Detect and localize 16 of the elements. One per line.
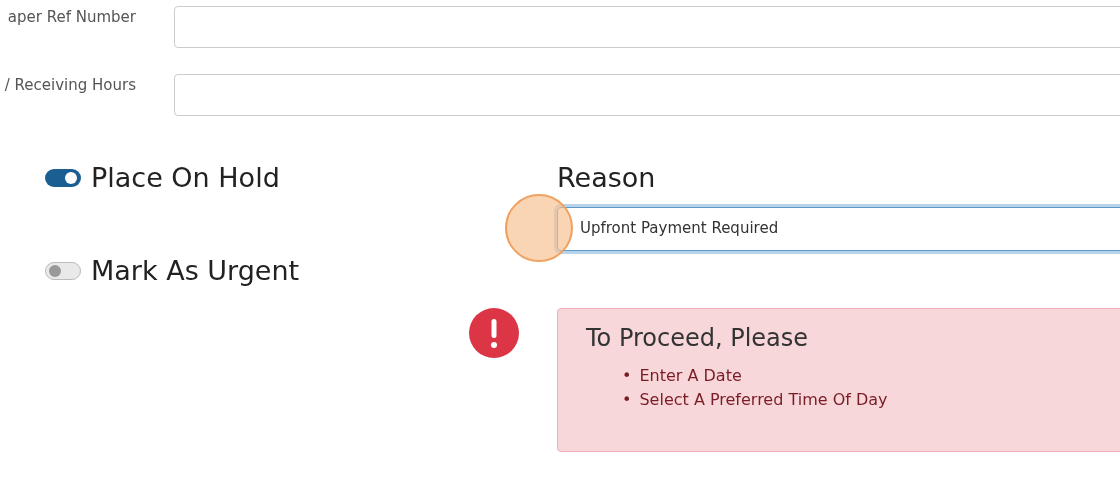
list-bullet: • [622,389,632,411]
reason-label: Reason [557,161,657,195]
reason-select[interactable]: Upfront Payment Required [557,207,1120,251]
error-icon [469,308,519,358]
toggle-label: Mark As Urgent [91,255,300,286]
input-field[interactable] [174,6,1120,48]
input-field[interactable] [174,74,1120,116]
alert-item: Select A Preferred Time Of Day [639,389,888,411]
toggle-switch[interactable] [45,168,81,187]
field-label: / Receiving Hours [3,76,137,94]
alert-title: To Proceed, Please [586,324,809,352]
field-label: aper Ref Number [6,8,137,26]
list-bullet: • [622,365,632,387]
alert-item: Enter A Date [639,365,742,387]
toggle-label: Place On Hold [91,162,280,193]
toggle-switch[interactable] [45,261,81,280]
